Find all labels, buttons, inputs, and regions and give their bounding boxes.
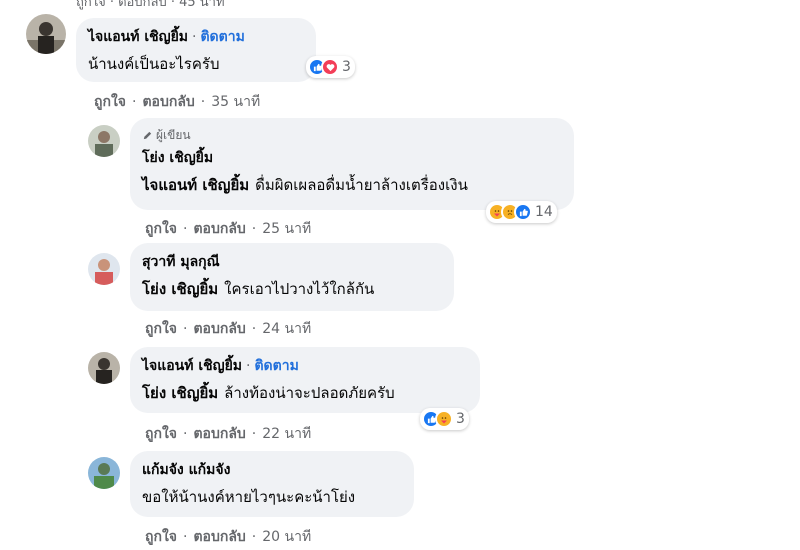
reply-button[interactable]: ตอบกลับ [142, 94, 194, 110]
avatar[interactable] [88, 253, 120, 285]
separator-dot: · [183, 529, 188, 545]
reaction-count: 14 [535, 204, 553, 220]
separator-dot: · [183, 221, 188, 237]
follow-link[interactable]: ติดตาม [200, 26, 244, 48]
comment-text: ขอให้น้านงค์หายไวๆนะคะน้าโย่ง [142, 488, 356, 506]
comment-author[interactable]: สุวาที มุลกุณี [142, 251, 220, 273]
reply-button[interactable]: ตอบกลับ [193, 529, 245, 545]
reaction-summary[interactable]: 14 [486, 201, 557, 223]
separator-dot: · [183, 321, 188, 337]
reaction-count: 3 [456, 411, 465, 427]
author-badge-label: ผู้เขียน [156, 128, 191, 142]
avatar[interactable] [88, 125, 120, 157]
separator-dot: · [200, 94, 206, 110]
mention-link[interactable]: โย่ง เชิญยิ้ม [142, 384, 218, 402]
comment-bubble: ไจแอนท์ เชิญยิ้ม · ติดตาม โย่ง เชิญยิ้ม ล… [130, 347, 480, 413]
comment-bubble: แก้มจัง แก้มจัง ขอให้น้านงค์หายไวๆนะคะน้… [130, 451, 414, 517]
comment-actions: ถูกใจ · ตอบกลับ · 20 นาที [145, 526, 311, 548]
mention-link[interactable]: ไจแอนท์ เชิญยิ้ม [142, 176, 249, 194]
reaction-count: 3 [342, 59, 351, 75]
separator-dot: · [132, 94, 137, 110]
separator-dot: · [192, 29, 197, 45]
reaction-summary[interactable]: 3 [306, 56, 355, 78]
timestamp[interactable]: 24 นาที [262, 321, 311, 337]
care-icon [435, 410, 453, 428]
comment-author[interactable]: ไจแอนท์ เชิญยิ้ม [88, 26, 188, 48]
reaction-summary[interactable]: 3 [420, 408, 469, 430]
timestamp[interactable]: 22 นาที [262, 426, 311, 442]
separator-dot: · [251, 426, 257, 442]
comment-author[interactable]: ไจแอนท์ เชิญยิ้ม [142, 355, 242, 377]
separator-dot: · [246, 358, 251, 374]
like-icon [514, 203, 532, 221]
previous-comment-actions: ถูกใจ · ตอบกลับ · 45 นาที [76, 0, 225, 10]
author-badge: ผู้เขียน [142, 126, 562, 145]
comment-bubble: ผู้เขียน โย่ง เชิญยิ้ม ไจแอนท์ เชิญยิ้ม ด… [130, 118, 574, 210]
timestamp[interactable]: 25 นาที [262, 221, 311, 237]
follow-link[interactable]: ติดตาม [254, 355, 298, 377]
avatar[interactable] [26, 14, 66, 54]
avatar[interactable] [88, 352, 120, 384]
comment-actions: ถูกใจ · ตอบกลับ · 24 นาที [145, 318, 311, 340]
comment-bubble: สุวาที มุลกุณี โย่ง เชิญยิ้ม ใครเอาไปวางไ… [130, 243, 454, 311]
separator-dot: · [251, 529, 257, 545]
comment-actions: ถูกใจ · ตอบกลับ · 35 นาที [94, 91, 260, 113]
comment-author[interactable]: แก้มจัง แก้มจัง [142, 459, 230, 481]
like-button[interactable]: ถูกใจ [94, 94, 126, 110]
pencil-icon [143, 131, 152, 140]
separator-dot: · [183, 426, 188, 442]
timestamp[interactable]: 35 นาที [211, 94, 260, 110]
comment-actions: ถูกใจ · ตอบกลับ · 22 นาที [145, 423, 311, 445]
comment-text: ดื่มผิดเผลอดื่มน้ำยาล้างเตรื่องเงิน [255, 176, 468, 194]
love-icon [321, 58, 339, 76]
mention-link[interactable]: โย่ง เชิญยิ้ม [142, 280, 218, 298]
like-button[interactable]: ถูกใจ [145, 221, 177, 237]
comment-bubble: ไจแอนท์ เชิญยิ้ม · ติดตาม น้านงค์เป็นอะไ… [76, 18, 316, 82]
comment-text: ใครเอาไปวางไว้ใกล้กัน [224, 280, 375, 298]
comment-actions: ถูกใจ · ตอบกลับ · 25 นาที [145, 218, 311, 240]
separator-dot: · [251, 221, 257, 237]
timestamp[interactable]: 20 นาที [262, 529, 311, 545]
comment-author[interactable]: โย่ง เชิญยิ้ม [142, 147, 213, 169]
like-button[interactable]: ถูกใจ [145, 321, 177, 337]
reply-button[interactable]: ตอบกลับ [193, 321, 245, 337]
reply-button[interactable]: ตอบกลับ [193, 426, 245, 442]
avatar[interactable] [88, 457, 120, 489]
comment-text: น้านงค์เป็นอะไรครับ [88, 55, 220, 73]
reply-button[interactable]: ตอบกลับ [193, 221, 245, 237]
like-button[interactable]: ถูกใจ [145, 426, 177, 442]
separator-dot: · [251, 321, 257, 337]
comment-text: ล้างท้องน่าจะปลอดภัยครับ [224, 384, 395, 402]
like-button[interactable]: ถูกใจ [145, 529, 177, 545]
